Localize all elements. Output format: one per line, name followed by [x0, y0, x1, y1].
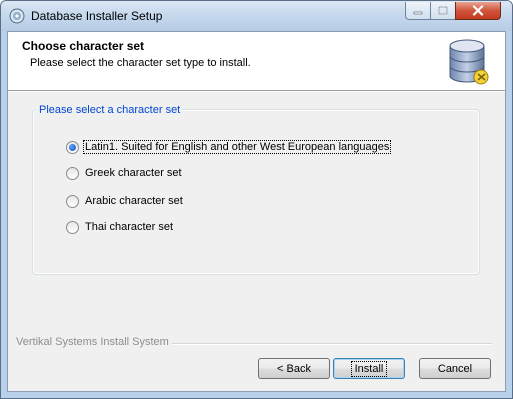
radio-button[interactable] [66, 166, 79, 180]
install-button[interactable]: Install [333, 358, 405, 379]
page-subtitle: Please select the character set type to … [30, 57, 251, 69]
maximize-icon [438, 6, 448, 15]
maximize-button[interactable] [430, 2, 456, 20]
option-label: Latin1. Suited for English and other Wes… [82, 140, 392, 154]
database-icon [449, 39, 489, 85]
installer-disc-icon [9, 8, 25, 24]
option-thai[interactable]: Thai character set [66, 219, 174, 235]
radio-button[interactable] [66, 140, 79, 154]
cancel-button-label: Cancel [437, 362, 473, 375]
radio-button[interactable] [66, 220, 79, 234]
option-label: Arabic character set [85, 195, 183, 207]
option-latin1[interactable]: Latin1. Suited for English and other Wes… [66, 139, 392, 155]
option-greek[interactable]: Greek character set [66, 165, 183, 181]
minimize-icon [413, 11, 423, 14]
title-bar[interactable]: Database Installer Setup [1, 1, 512, 31]
install-button-label: Install [350, 360, 388, 377]
back-button-label: < Back [277, 362, 311, 375]
radio-button[interactable] [66, 194, 79, 208]
close-icon [472, 5, 484, 16]
header-divider-highlight [8, 91, 505, 92]
dialog-body: Choose character set Please select the c… [7, 31, 506, 392]
header-panel: Choose character set Please select the c… [8, 32, 505, 90]
character-set-group [32, 109, 480, 275]
option-label: Thai character set [85, 221, 174, 233]
option-label: Greek character set [85, 167, 182, 179]
group-legend: Please select a character set [36, 104, 184, 116]
minimize-button[interactable] [405, 2, 431, 20]
close-button[interactable] [455, 2, 501, 20]
back-button[interactable]: < Back [258, 358, 330, 379]
option-arabic[interactable]: Arabic character set [66, 193, 184, 209]
branding-text: Vertikal Systems Install System [16, 336, 172, 348]
window-title: Database Installer Setup [31, 9, 163, 23]
page-title: Choose character set [22, 39, 145, 53]
cancel-button[interactable]: Cancel [419, 358, 491, 379]
installer-window: Database Installer Setup Choose characte… [0, 0, 513, 399]
